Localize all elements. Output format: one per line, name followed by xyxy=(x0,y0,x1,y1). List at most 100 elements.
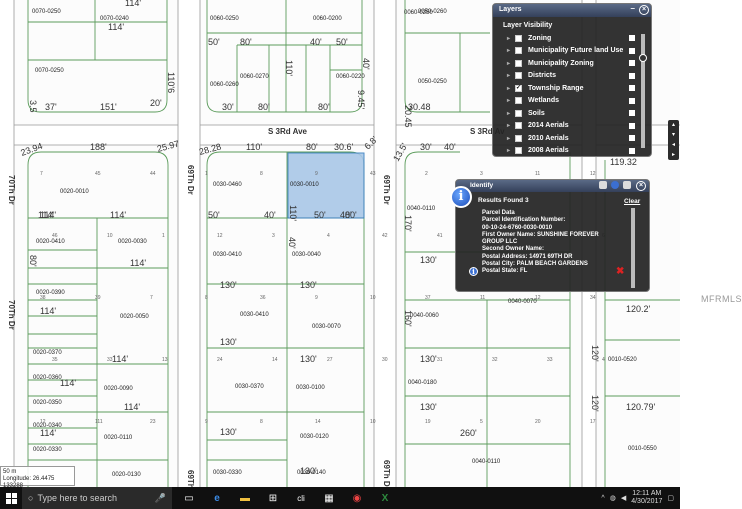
close-icon[interactable]: × xyxy=(636,181,646,191)
parcel-detail-line: Postal City: PALM BEACH GARDENS xyxy=(482,261,588,268)
parcel-id: 0020-0110 xyxy=(104,435,133,441)
layer-item[interactable]: ▸ Municipality Zoning xyxy=(493,57,651,70)
layer-checkbox[interactable] xyxy=(515,134,522,142)
minimize-icon[interactable]: – xyxy=(631,4,635,13)
lot-number: 10 xyxy=(370,295,376,301)
layer-options-icon[interactable] xyxy=(629,147,635,154)
expand-icon[interactable]: ▸ xyxy=(507,85,515,92)
volume-icon[interactable]: ◀ xyxy=(621,494,626,502)
store-icon[interactable]: ⊞ xyxy=(262,487,284,509)
layer-options-icon[interactable] xyxy=(629,72,635,79)
dimension-label: 40' xyxy=(361,58,371,70)
pan-up-icon[interactable]: ▴ xyxy=(668,120,679,130)
people-icon[interactable]: ^ xyxy=(601,495,604,502)
info-icon[interactable] xyxy=(611,181,619,189)
taskbar-search[interactable]: ○ Type here to search 🎤 xyxy=(22,487,172,509)
expand-icon[interactable]: ▸ xyxy=(507,110,515,117)
network-icon[interactable]: ◍ xyxy=(610,494,616,502)
dimension-label: 30.48 xyxy=(408,102,431,112)
expand-icon[interactable]: ▸ xyxy=(507,47,515,54)
system-tray: ^ ◍ ◀ 12:11 AM 4/30/2017 ▢ xyxy=(601,490,680,506)
copy-icon[interactable] xyxy=(599,181,607,189)
expand-icon[interactable]: ▸ xyxy=(507,135,515,142)
layer-checkbox[interactable]: ✓ xyxy=(515,84,522,92)
clock[interactable]: 12:11 AM 4/30/2017 xyxy=(631,490,662,506)
parcel-id: 0030-0040 xyxy=(292,252,321,258)
layer-item[interactable]: ▸ Zoning xyxy=(493,32,651,45)
layer-item[interactable]: ▸ Municipality Future land Use xyxy=(493,45,651,58)
windows-start-icon[interactable] xyxy=(0,487,22,509)
layer-item[interactable]: ▸ ✓ Township Range xyxy=(493,82,651,95)
pan-down-icon[interactable]: ▾ xyxy=(668,130,679,140)
layer-options-icon[interactable] xyxy=(629,35,635,41)
layer-checkbox[interactable] xyxy=(515,97,522,105)
file-explorer-icon[interactable]: ▬ xyxy=(234,487,256,509)
pan-right-icon[interactable]: ▸ xyxy=(668,150,679,160)
parcel-id: 0010-0550 xyxy=(628,446,657,452)
layer-checkbox[interactable] xyxy=(515,109,522,117)
parcel-id: 0010-0520 xyxy=(608,357,637,363)
parcel-id: 0040-0110 xyxy=(407,206,436,212)
scroll-grip[interactable] xyxy=(639,54,647,62)
identify-panel[interactable]: Identify × i Results Found 3 Clear Parce… xyxy=(450,179,650,292)
parcel-detail-line: Second Owner Name: xyxy=(482,246,545,253)
parcel-detail-line: 00-10-24-6760-0030-0010 xyxy=(482,224,553,231)
layer-item[interactable]: ▸ Wetlands xyxy=(493,95,651,108)
layer-item[interactable]: ▸ 2008 Aerials xyxy=(493,145,651,158)
lot-number: 9 xyxy=(315,295,318,301)
microphone-icon[interactable]: 🎤 xyxy=(155,493,166,504)
notification-icon[interactable]: ▢ xyxy=(667,494,674,502)
dimension-label: 114' xyxy=(40,428,56,438)
chrome-icon[interactable]: ◉ xyxy=(346,487,368,509)
layer-checkbox[interactable] xyxy=(515,147,522,155)
layer-item[interactable]: ▸ Soils xyxy=(493,107,651,120)
layer-options-icon[interactable] xyxy=(629,110,635,116)
zoom-to-icon[interactable]: ✖ xyxy=(616,266,624,277)
layer-options-icon[interactable] xyxy=(629,85,635,91)
app-icon[interactable]: cli xyxy=(290,487,312,509)
layer-checkbox[interactable] xyxy=(515,72,522,80)
dimension-label: 114' xyxy=(125,0,141,8)
expand-icon[interactable]: ▸ xyxy=(507,122,515,129)
identify-scrollbar[interactable] xyxy=(631,208,635,288)
layer-label: Soils xyxy=(528,109,545,117)
layers-panel[interactable]: Layers – × Layer Visibility ▸ Zoning ▸ Muni… xyxy=(492,3,652,157)
layers-icon[interactable] xyxy=(623,181,631,189)
lot-number: 14 xyxy=(315,419,321,425)
clear-link[interactable]: Clear xyxy=(624,198,640,205)
layer-checkbox[interactable] xyxy=(515,34,522,42)
expand-icon[interactable]: ▸ xyxy=(507,72,515,79)
expand-icon[interactable]: ▸ xyxy=(507,35,515,42)
layer-options-icon[interactable] xyxy=(629,47,635,54)
parcel-id: 0020-0360 xyxy=(33,375,62,381)
close-icon[interactable]: × xyxy=(639,5,649,15)
map-nav-strip[interactable]: ▴ ▾ ◂ ▸ xyxy=(668,120,679,160)
layer-checkbox[interactable] xyxy=(515,59,522,67)
calculator-icon[interactable]: ▦ xyxy=(318,487,340,509)
layers-scrollbar[interactable] xyxy=(639,34,647,148)
identify-panel-header[interactable]: Identify × xyxy=(456,180,649,192)
layer-label: Municipality Zoning xyxy=(528,59,594,67)
layer-item[interactable]: ▸ 2010 Aerials xyxy=(493,132,651,145)
layer-item[interactable]: ▸ Districts xyxy=(493,70,651,83)
layer-checkbox[interactable] xyxy=(515,122,522,130)
pan-left-icon[interactable]: ◂ xyxy=(668,140,679,150)
task-view-icon[interactable]: ▭ xyxy=(178,487,200,509)
parcel-id: 0060-0260 xyxy=(210,82,239,88)
dimension-label: 260' xyxy=(460,428,477,438)
layer-options-icon[interactable] xyxy=(629,135,635,141)
layer-checkbox[interactable] xyxy=(515,47,522,55)
layers-panel-header[interactable]: Layers – × xyxy=(493,4,651,17)
edge-icon[interactable]: e xyxy=(206,487,228,509)
expand-icon[interactable]: ▸ xyxy=(507,97,515,104)
info-icon[interactable]: i xyxy=(469,267,478,276)
layer-options-icon[interactable] xyxy=(629,122,635,129)
dimension-label: 130' xyxy=(420,354,437,364)
layer-options-icon[interactable] xyxy=(629,60,635,66)
lot-number: 30 xyxy=(382,357,388,363)
layer-item[interactable]: ▸ 2014 Aerials xyxy=(493,120,651,133)
excel-icon[interactable]: X xyxy=(374,487,396,509)
expand-icon[interactable]: ▸ xyxy=(507,147,515,154)
layer-options-icon[interactable] xyxy=(629,97,635,104)
expand-icon[interactable]: ▸ xyxy=(507,60,515,67)
